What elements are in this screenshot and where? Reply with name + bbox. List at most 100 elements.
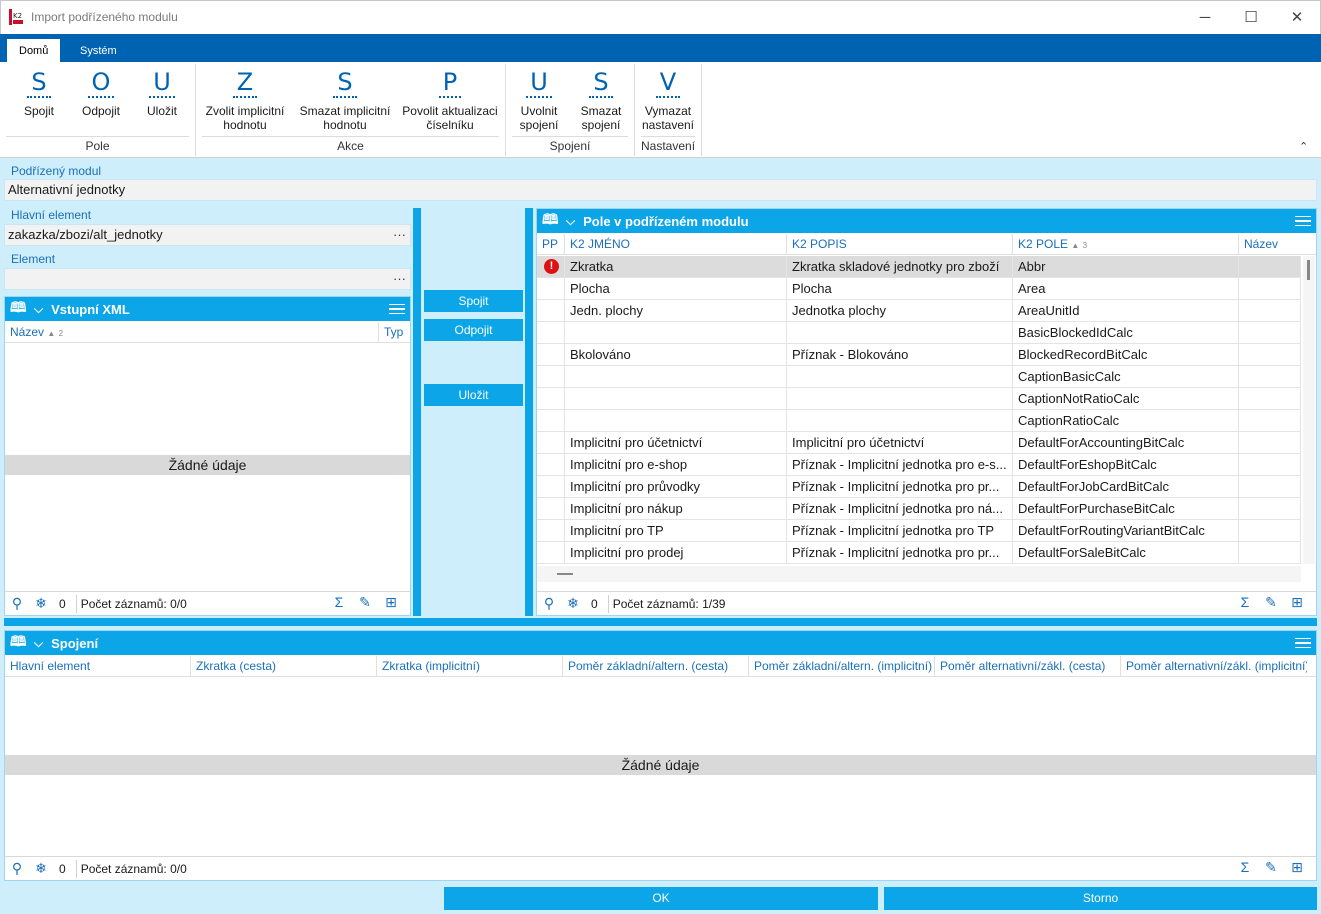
column-header-ratio-alt-default[interactable]: Poměr alternativní/zákl. (implicitní) [1121,656,1307,676]
horizontal-splitter[interactable] [4,618,1317,626]
column-header-k2-description[interactable]: K2 POPIS [787,234,1013,254]
cell-field: CaptionNotRatioCalc [1013,388,1239,410]
ribbon-allow-update-button[interactable]: P Povolit aktualizaci číselníku [400,68,500,132]
hamburger-menu-icon[interactable] [1294,634,1312,652]
filter-count: 0 [59,861,66,876]
column-header-ratio-alt-path[interactable]: Poměr alternativní/zákl. (cesta) [935,656,1121,676]
ribbon-clear-settings-button[interactable]: V Vymazat nastavení [641,68,695,132]
table-row[interactable]: Implicitní pro účetnictví Implicitní pro … [537,432,1301,454]
ribbon-tab-bar: Domů Systém [0,34,1321,62]
ribbon-clear-default-button[interactable]: S Smazat implicitní hodnotu [296,68,394,132]
sum-icon[interactable]: Σ [1232,859,1258,876]
tab-home[interactable]: Domů [7,39,61,62]
vertical-splitter-left[interactable] [413,208,421,616]
table-row[interactable]: Jedn. plochy Jednotka plochy AreaUnitId [537,300,1301,322]
cell-pp [537,300,565,322]
column-header-abbr-path[interactable]: Zkratka (cesta) [191,656,377,676]
main-element-browse-icon[interactable]: ··· [393,225,406,245]
column-header-nazev[interactable]: Název [1239,234,1301,254]
table-row[interactable]: Implicitní pro nákup Příznak - Implicitní… [537,498,1301,520]
maximize-button[interactable]: ☐ [1228,1,1274,33]
table-row[interactable]: Implicitní pro průvodky Příznak - Implici… [537,476,1301,498]
filter-icon[interactable]: ⚲ [5,595,29,612]
column-header-abbr-default[interactable]: Zkratka (implicitní) [377,656,563,676]
table-row[interactable]: Plocha Plocha Area [537,278,1301,300]
edit-icon[interactable]: ✎ [352,594,378,611]
cell-desc: Příznak - Implicitní jednotka pro TP [787,520,1013,542]
grid-settings-icon[interactable]: ⊞ [1284,594,1310,611]
window-title: Import podřízeného modulu [31,10,178,24]
column-header-k2-name[interactable]: K2 JMÉNO [565,234,787,254]
snowflake-icon[interactable]: ❄ [561,595,585,612]
header-divider [537,254,1316,255]
table-row[interactable]: Implicitní pro prodej Příznak - Implicitn… [537,542,1301,564]
column-header-ratio-basic-default[interactable]: Poměr základní/altern. (implicitní) [749,656,935,676]
ribbon-group-akce: Z Zvolit implicitní hodnotu S Smazat imp… [196,64,506,156]
scrollbar-thumb[interactable] [557,573,573,575]
column-header-type[interactable]: Typ [379,322,411,342]
column-header-pp[interactable]: PP [537,234,565,254]
cell-field: BasicBlockedIdCalc [1013,322,1239,344]
cell-nazev [1239,278,1301,300]
chevron-down-icon[interactable]: ⌵ [34,636,43,651]
filter-icon[interactable]: ⚲ [5,860,29,877]
grid-settings-icon[interactable]: ⊞ [378,594,404,611]
minimize-button[interactable]: ─ [1182,1,1228,33]
snowflake-icon[interactable]: ❄ [29,860,53,877]
scrollbar-thumb[interactable] [1307,260,1310,280]
table-row[interactable]: BasicBlockedIdCalc [537,322,1301,344]
table-row[interactable]: Bkolováno Příznak - Blokováno BlockedRecor… [537,344,1301,366]
table-row[interactable]: ! Zkratka Zkratka skladové jednotky pro zb… [537,256,1301,278]
book-icon[interactable]: 🕮 [542,209,560,233]
ribbon-save-button[interactable]: U Uložit [140,68,184,118]
book-icon[interactable]: 🕮 [10,297,28,321]
cell-desc: Zkratka skladové jednotky pro zboží [787,256,1013,278]
chevron-down-icon[interactable]: ⌵ [566,214,575,229]
column-header-ratio-basic-path[interactable]: Poměr základní/altern. (cesta) [563,656,749,676]
tab-system[interactable]: Systém [68,39,129,62]
table-row[interactable]: Implicitní pro TP Příznak - Implicitní je… [537,520,1301,542]
connect-button[interactable]: Spojit [424,290,523,312]
save-button[interactable]: Uložit [424,384,523,406]
cancel-button[interactable]: Storno [884,887,1317,910]
vertical-splitter-right[interactable] [525,208,533,616]
ribbon-release-connection-button[interactable]: U Uvolnit spojení [514,68,564,132]
element-browse-icon[interactable]: ··· [393,269,406,289]
edit-icon[interactable]: ✎ [1258,859,1284,876]
table-row[interactable]: CaptionNotRatioCalc [537,388,1301,410]
disconnect-icon: O [87,68,115,98]
main-element-field[interactable]: zakazka/zbozi/alt_jednotky ··· [4,224,411,246]
cell-name: Implicitní pro e-shop [565,454,787,476]
element-field[interactable]: ··· [4,268,411,290]
ribbon-connect-button[interactable]: S Spojit [18,68,60,118]
sum-icon[interactable]: Σ [1232,594,1258,611]
grid-settings-icon[interactable]: ⊞ [1284,859,1310,876]
filter-icon[interactable]: ⚲ [537,595,561,612]
column-header-main-element[interactable]: Hlavní element [5,656,191,676]
ribbon-delete-connection-button[interactable]: S Smazat spojení [576,68,626,132]
snowflake-icon[interactable]: ❄ [29,595,53,612]
table-row[interactable]: CaptionRatioCalc [537,410,1301,432]
book-icon[interactable]: 🕮 [10,631,28,655]
ribbon-collapse-icon[interactable]: ⌃ [1299,140,1308,153]
ribbon-set-default-button[interactable]: Z Zvolit implicitní hodnotu [202,68,288,132]
sum-icon[interactable]: Σ [326,594,352,611]
table-row[interactable]: CaptionBasicCalc [537,366,1301,388]
table-row[interactable]: Implicitní pro e-shop Příznak - Implicitn… [537,454,1301,476]
cell-desc: Příznak - Implicitní jednotka pro pr... [787,476,1013,498]
hamburger-menu-icon[interactable] [1294,212,1312,230]
cell-desc: Jednotka plochy [787,300,1013,322]
vertical-scrollbar[interactable] [1303,256,1315,564]
disconnect-button[interactable]: Odpojit [424,319,523,341]
horizontal-scrollbar[interactable] [537,566,1301,582]
cell-name: Implicitní pro průvodky [565,476,787,498]
hamburger-menu-icon[interactable] [388,300,406,318]
edit-icon[interactable]: ✎ [1258,594,1284,611]
column-header-k2-field[interactable]: K2 POLE ▲ 3 [1013,234,1239,254]
close-button[interactable]: ✕ [1274,1,1320,33]
chevron-down-icon[interactable]: ⌵ [34,302,43,317]
ok-button[interactable]: OK [444,887,878,910]
cell-desc: Implicitní pro účetnictví [787,432,1013,454]
ribbon-disconnect-button[interactable]: O Odpojit [76,68,126,118]
column-header-name[interactable]: Název ▲ 2 [5,322,379,342]
